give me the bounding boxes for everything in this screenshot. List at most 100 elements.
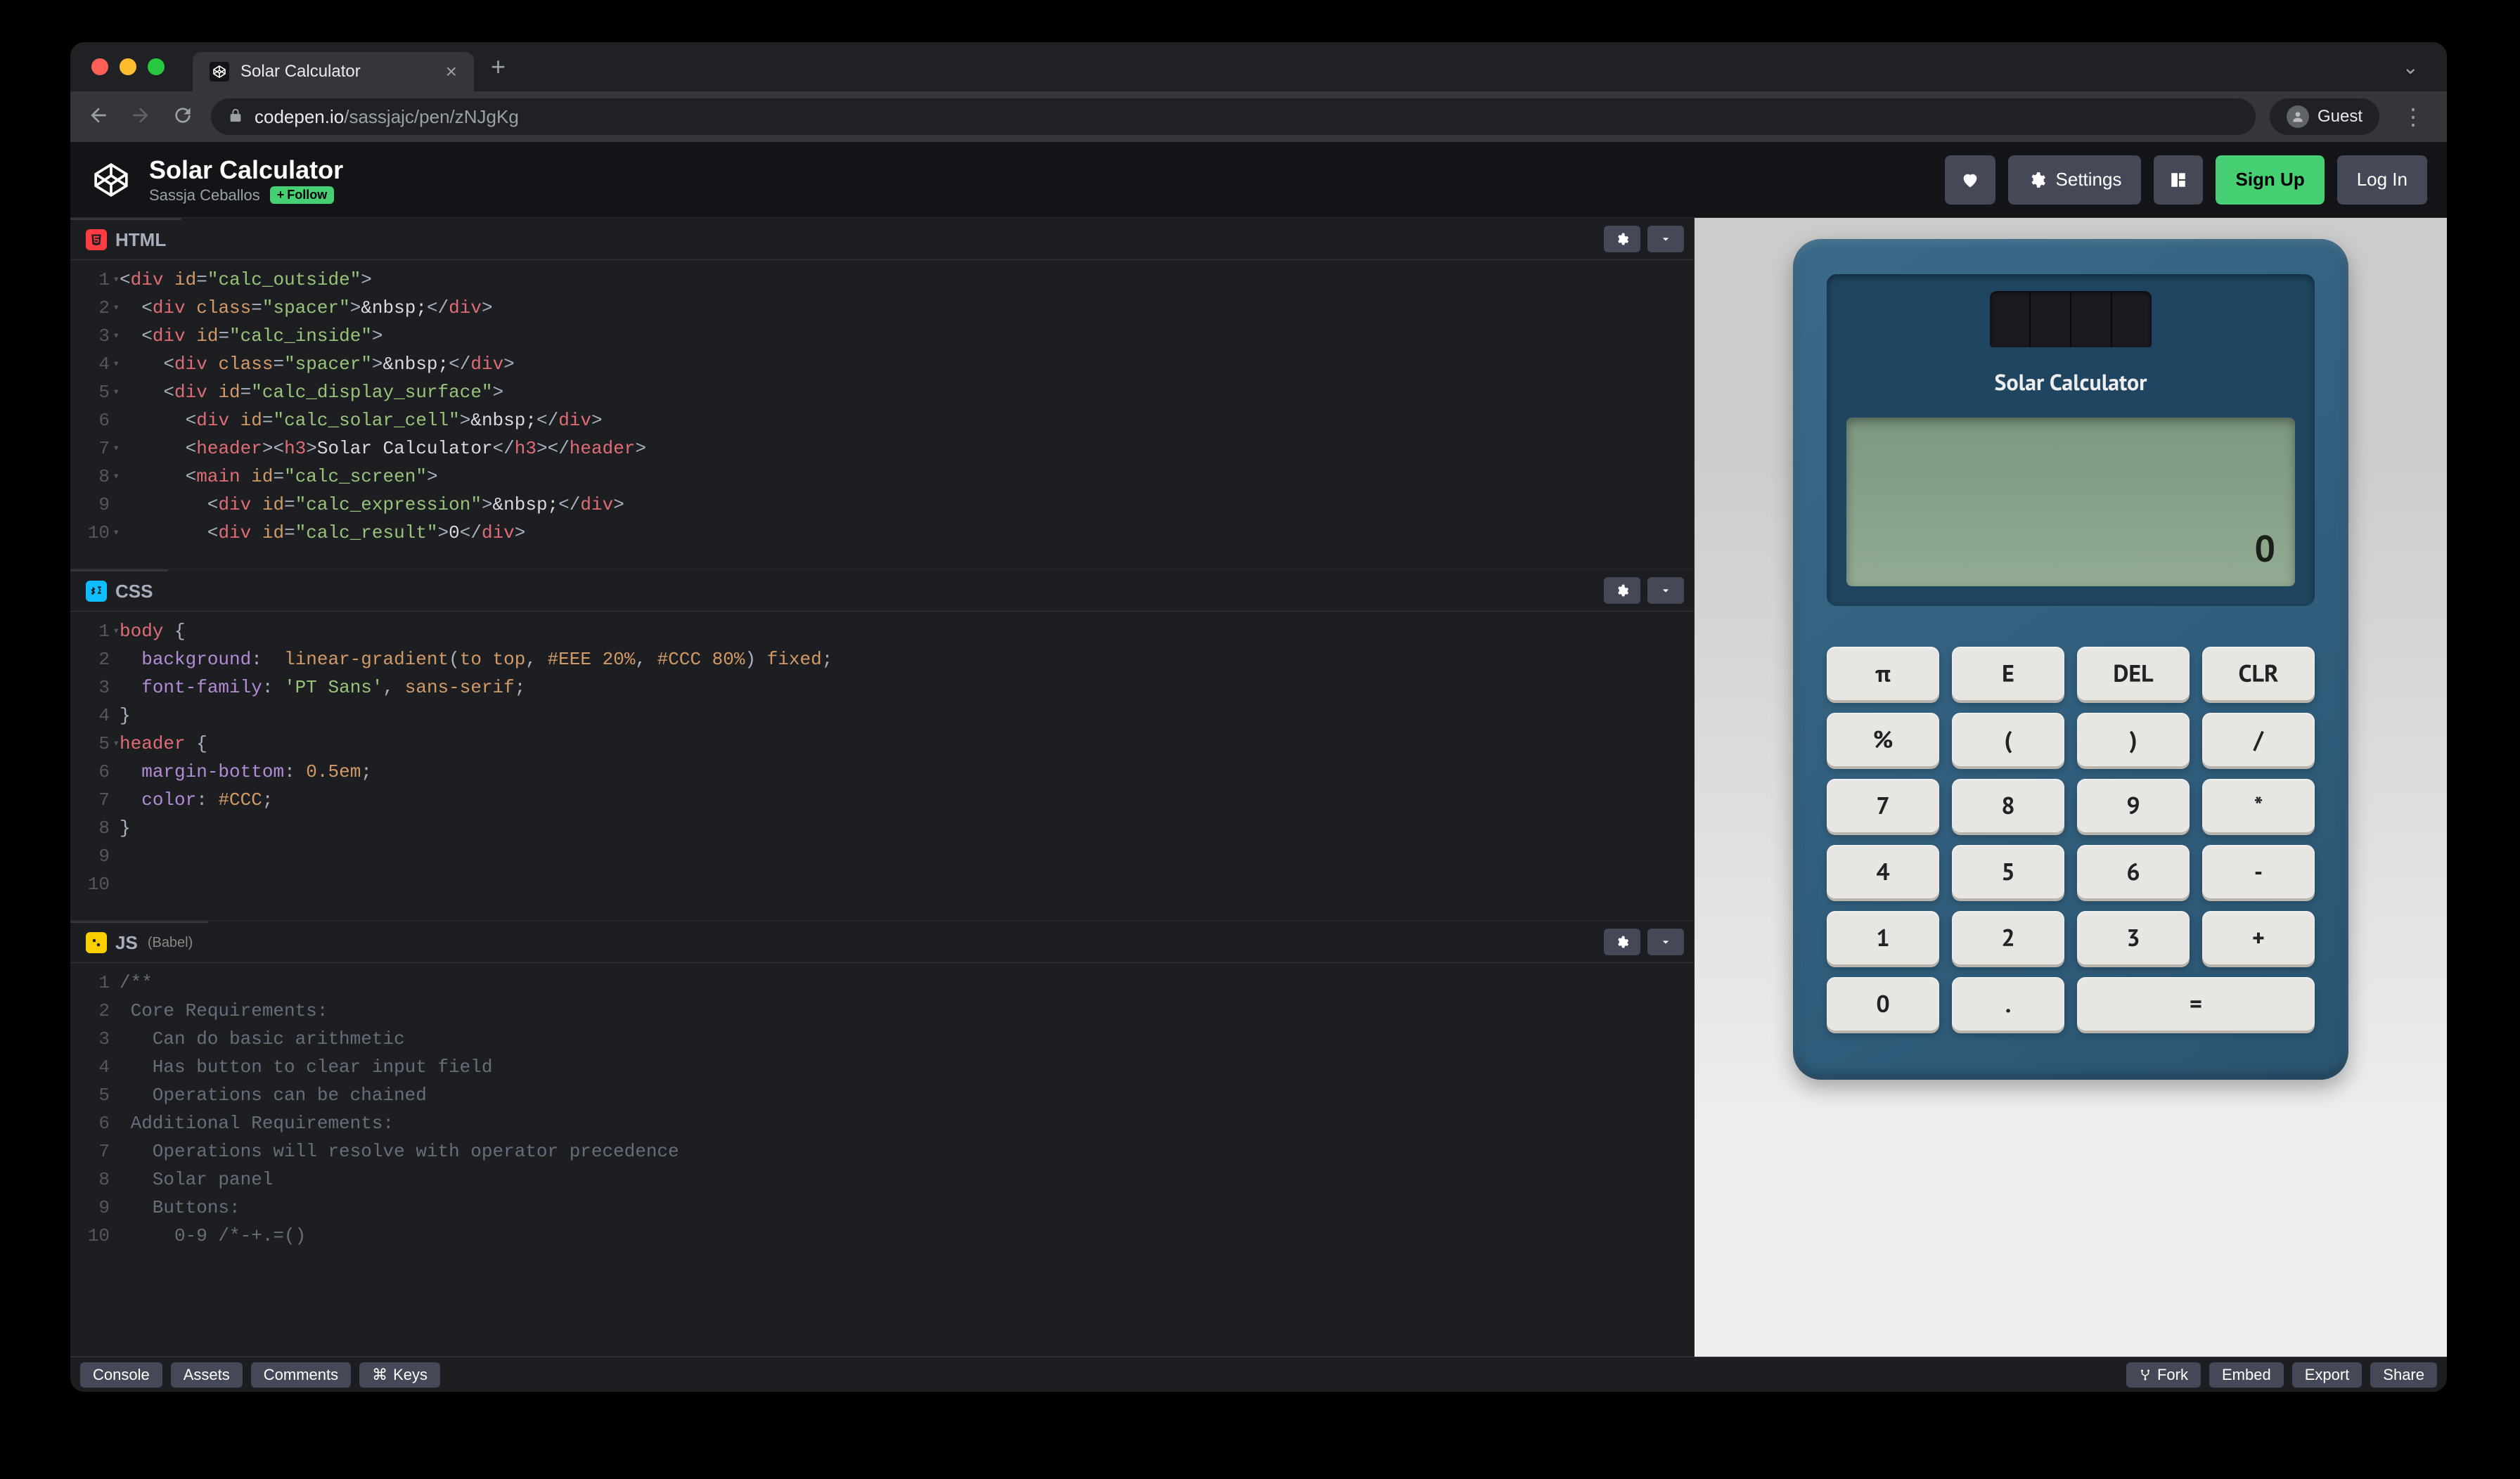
panel-collapse-button[interactable]: [1647, 577, 1684, 604]
maximize-window-button[interactable]: [148, 58, 165, 75]
calc-button-/[interactable]: /: [2202, 713, 2315, 766]
css-editor-panel: CSS 1▾2345▾678910 body { background: lin…: [70, 569, 1694, 921]
calc-button-([interactable]: (: [1952, 713, 2064, 766]
tab-strip: Solar Calculator × + ⌄: [70, 42, 2447, 91]
html-code-editor[interactable]: 1▾2▾3▾4▾5▾67▾8▾910▾ <div id="calc_outsid…: [70, 260, 1694, 569]
calc-title: Solar Calculator: [1846, 367, 2295, 396]
panel-settings-button[interactable]: [1604, 226, 1640, 252]
minimize-window-button[interactable]: [120, 58, 136, 75]
calc-button-9[interactable]: 9: [2077, 779, 2190, 832]
panel-label: CSS: [115, 581, 153, 602]
codepen-header: Solar Calculator Sassja Ceballos +Follow…: [70, 142, 2447, 218]
calc-button-E[interactable]: E: [1952, 647, 2064, 700]
calc-button-7[interactable]: 7: [1827, 779, 1939, 832]
codepen-favicon: [210, 62, 229, 82]
calc-button-3[interactable]: 3: [2077, 911, 2190, 964]
js-icon: [86, 932, 107, 953]
calc-button-+[interactable]: +: [2202, 911, 2315, 964]
calc-button-*[interactable]: *: [2202, 779, 2315, 832]
window-controls: [91, 58, 165, 75]
codepen-app: Solar Calculator Sassja Ceballos +Follow…: [70, 142, 2447, 1392]
lock-icon: [228, 108, 243, 127]
calc-button-2[interactable]: 2: [1952, 911, 2064, 964]
layout-button[interactable]: [2154, 155, 2203, 205]
new-tab-button[interactable]: +: [491, 52, 506, 82]
pen-title: Solar Calculator: [149, 155, 343, 185]
js-code-editor[interactable]: 12345678910 /** Core Requirements: Can d…: [70, 963, 1694, 1356]
footer-bar: Console Assets Comments ⌘ Keys Fork Embe…: [70, 1357, 2447, 1392]
login-button[interactable]: Log In: [2337, 155, 2427, 205]
calc-button-=[interactable]: =: [2077, 977, 2315, 1031]
love-button[interactable]: [1945, 155, 1995, 205]
calc-result: 0: [2255, 525, 2275, 572]
close-tab-icon[interactable]: ×: [446, 60, 457, 83]
fork-icon: [2139, 1369, 2152, 1381]
follow-button[interactable]: +Follow: [270, 186, 335, 204]
settings-button[interactable]: Settings: [2008, 155, 2142, 205]
calc-button-DEL[interactable]: DEL: [2077, 647, 2190, 700]
calc-button-.[interactable]: .: [1952, 977, 2064, 1031]
signup-button[interactable]: Sign Up: [2216, 155, 2324, 205]
address-bar-row: codepen.io/sassjajc/pen/zNJgKg Guest ⋮: [70, 91, 2447, 142]
calc-button-6[interactable]: 6: [2077, 845, 2190, 898]
export-button[interactable]: Export: [2292, 1362, 2362, 1388]
panel-settings-button[interactable]: [1604, 577, 1640, 604]
panel-subtitle: (Babel): [148, 935, 193, 951]
js-tab[interactable]: JS (Babel): [70, 921, 208, 962]
calc-button-0[interactable]: 0: [1827, 977, 1939, 1031]
preview-pane: Solar Calculator 0 πEDELCLR%()/ 789* 456- 1…: [1695, 218, 2447, 1357]
tabs-overflow-icon[interactable]: ⌄: [2389, 56, 2433, 79]
calc-button-8[interactable]: 8: [1952, 779, 2064, 832]
console-button[interactable]: Console: [80, 1362, 162, 1388]
browser-menu-icon[interactable]: ⋮: [2393, 103, 2433, 130]
pen-info: Solar Calculator Sassja Ceballos +Follow: [149, 155, 343, 205]
avatar-icon: [2287, 105, 2309, 128]
embed-button[interactable]: Embed: [2209, 1362, 2284, 1388]
fork-button[interactable]: Fork: [2126, 1362, 2201, 1388]
codepen-logo-icon[interactable]: [90, 159, 132, 201]
tab-title: Solar Calculator: [240, 62, 435, 82]
panel-settings-button[interactable]: [1604, 929, 1640, 955]
browser-window: Solar Calculator × + ⌄ codepen.io/sassja…: [70, 42, 2447, 1392]
css-tab[interactable]: CSS: [70, 569, 168, 611]
calculator: Solar Calculator 0 πEDELCLR%()/ 789* 456- 1…: [1793, 239, 2348, 1080]
profile-chip[interactable]: Guest: [2270, 98, 2379, 135]
calc-button-4[interactable]: 4: [1827, 845, 1939, 898]
calc-button-π[interactable]: π: [1827, 647, 1939, 700]
address-bar[interactable]: codepen.io/sassjajc/pen/zNJgKg: [211, 98, 2256, 135]
calc-button-)[interactable]: ): [2077, 713, 2190, 766]
css-code-editor[interactable]: 1▾2345▾678910 body { background: linear-…: [70, 612, 1694, 920]
calc-button-%[interactable]: %: [1827, 713, 1939, 766]
keys-button[interactable]: ⌘ Keys: [359, 1362, 440, 1388]
calc-button-5[interactable]: 5: [1952, 845, 2064, 898]
html-editor-panel: HTML 1▾2▾3▾4▾5▾67▾8▾910▾ <div id="calc_o…: [70, 218, 1694, 569]
css-icon: [86, 581, 107, 602]
panel-collapse-button[interactable]: [1647, 226, 1684, 252]
comments-button[interactable]: Comments: [251, 1362, 351, 1388]
browser-tab[interactable]: Solar Calculator ×: [193, 52, 474, 91]
plus-icon: +: [277, 188, 285, 202]
profile-label: Guest: [2318, 107, 2362, 127]
share-button[interactable]: Share: [2370, 1362, 2437, 1388]
close-window-button[interactable]: [91, 58, 108, 75]
calc-display-surface: Solar Calculator 0: [1827, 274, 2315, 606]
calc-button-CLR[interactable]: CLR: [2202, 647, 2315, 700]
html-tab[interactable]: HTML: [70, 218, 181, 259]
reload-button[interactable]: [169, 104, 197, 130]
calc-screen: 0: [1846, 418, 2295, 586]
back-button[interactable]: [84, 104, 112, 130]
calc-button-1[interactable]: 1: [1827, 911, 1939, 964]
panel-label: JS: [115, 932, 138, 954]
html-icon: [86, 229, 107, 250]
pen-author[interactable]: Sassja Ceballos: [149, 186, 260, 205]
assets-button[interactable]: Assets: [171, 1362, 243, 1388]
forward-button[interactable]: [127, 104, 155, 130]
gear-icon: [2028, 171, 2046, 189]
url-text: codepen.io/sassjajc/pen/zNJgKg: [255, 106, 519, 128]
js-editor-panel: JS (Babel) 12345678910 /** Core Requirem…: [70, 921, 1694, 1357]
calc-button--[interactable]: -: [2202, 845, 2315, 898]
panel-label: HTML: [115, 229, 166, 251]
calc-buttons: πEDELCLR%()/ 789* 456- 123+0.=: [1827, 647, 2315, 1031]
solar-cell: [1990, 291, 2152, 347]
panel-collapse-button[interactable]: [1647, 929, 1684, 955]
